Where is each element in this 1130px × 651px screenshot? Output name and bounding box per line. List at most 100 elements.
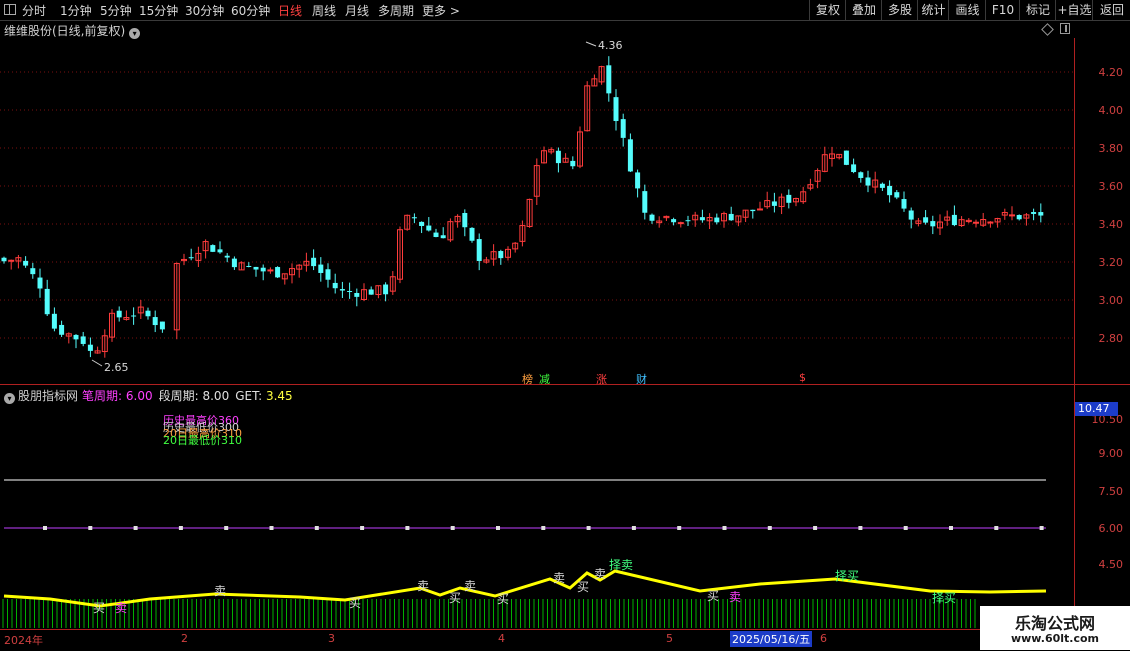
- period-tab-fenshi[interactable]: 分时: [22, 2, 46, 19]
- candle-body: [851, 164, 857, 173]
- indicator-tick: 6.00: [1098, 522, 1124, 535]
- period-tab-monthly[interactable]: 月线: [345, 2, 369, 19]
- date-label: 2: [181, 632, 188, 645]
- candle-body: [951, 214, 957, 226]
- candle-body: [152, 317, 158, 326]
- draw-line-button[interactable]: 画线: [948, 0, 986, 20]
- price-tick: 3.20: [1098, 256, 1124, 269]
- period-tab-60min[interactable]: 60分钟: [231, 2, 270, 19]
- date-label: 2024年: [4, 634, 43, 647]
- back-button[interactable]: 返回: [1092, 0, 1130, 20]
- period-tab-30min[interactable]: 30分钟: [185, 2, 224, 19]
- trade-signal: 买: [497, 592, 509, 606]
- stats-button[interactable]: 统计: [917, 0, 949, 20]
- period-tab-1min[interactable]: 1分钟: [60, 2, 92, 19]
- candle-body: [901, 199, 907, 209]
- candlestick-chart[interactable]: 4.36 2.65: [0, 38, 1074, 384]
- reference-dot: [903, 526, 908, 530]
- trade-signal: 买: [577, 580, 589, 594]
- candle-body: [635, 172, 641, 189]
- candle-body: [649, 214, 655, 221]
- candle-body: [339, 289, 345, 291]
- fuquan-button[interactable]: 复权: [809, 0, 846, 20]
- candle-body: [224, 255, 230, 258]
- price-tick: 3.60: [1098, 180, 1124, 193]
- indicator-chart[interactable]: 买卖卖买卖买卖买卖买卖择卖买 卖择买择买: [0, 385, 1074, 629]
- current-value-box: 10.47: [1075, 402, 1118, 416]
- price-tick: 3.80: [1098, 142, 1124, 155]
- candle-body: [1, 257, 7, 262]
- candle-body: [267, 269, 274, 272]
- date-axis: 2024年 2 3 4 5 2025/05/16/五 6: [0, 629, 1074, 651]
- candle-body: [887, 185, 893, 196]
- candle-body: [462, 212, 468, 228]
- f10-button[interactable]: F10: [985, 0, 1020, 20]
- candle-body: [433, 232, 439, 237]
- candle-body: [879, 183, 885, 188]
- candle-body: [210, 245, 216, 252]
- candle-body: [671, 219, 677, 223]
- candle-body: [1016, 215, 1022, 220]
- reference-dot: [88, 526, 93, 530]
- candle-body: [51, 313, 57, 329]
- reference-dot: [586, 526, 591, 530]
- period-tab-daily[interactable]: 日线: [278, 2, 302, 19]
- overlay-button[interactable]: 叠加: [845, 0, 882, 20]
- reference-dot: [722, 526, 727, 530]
- add-favorite-button[interactable]: +自选: [1055, 0, 1093, 20]
- trade-signal: 择卖: [609, 558, 633, 572]
- date-label: 5: [666, 632, 673, 645]
- indicator-axis: 10.50 9.00 7.50 6.00 4.50: [1074, 385, 1130, 629]
- trade-signal: 卖: [464, 579, 476, 593]
- candle-body: [131, 315, 137, 317]
- candle-body: [318, 264, 324, 273]
- candle-body: [188, 257, 194, 259]
- date-label: 6: [820, 632, 827, 645]
- price-tick: 4.00: [1098, 104, 1124, 117]
- candle-body: [332, 282, 338, 289]
- panel-toggle-icon[interactable]: [1060, 23, 1070, 34]
- top-toolbar: 分时 1分钟 5分钟 15分钟 30分钟 60分钟 日线 周线 月线 多周期 更…: [0, 0, 1130, 21]
- candle-body: [231, 258, 237, 268]
- reference-dot: [178, 526, 183, 530]
- period-tab-5min[interactable]: 5分钟: [100, 2, 132, 19]
- candle-body: [620, 119, 626, 138]
- candle-body: [555, 150, 561, 164]
- reference-dot: [767, 526, 772, 530]
- candle-body: [606, 65, 612, 94]
- candle-body: [59, 324, 65, 335]
- layout-grid-icon[interactable]: [4, 4, 16, 15]
- candle-body: [354, 293, 360, 297]
- candle-body: [80, 336, 86, 344]
- multi-stock-button[interactable]: 多股: [881, 0, 918, 20]
- indicator-tick: 7.50: [1098, 485, 1124, 498]
- watermark-url: www.60lt.com: [1010, 632, 1100, 645]
- candle-body: [498, 251, 504, 259]
- period-tab-more[interactable]: 更多 >: [422, 2, 460, 19]
- reference-dot: [631, 526, 636, 530]
- reference-dot: [994, 526, 999, 530]
- mark-button[interactable]: 标记: [1019, 0, 1056, 20]
- price-tick: 3.40: [1098, 218, 1124, 231]
- event-marker-dollar[interactable]: $: [799, 371, 806, 384]
- candle-body: [930, 221, 936, 227]
- period-tab-multi[interactable]: 多周期: [378, 2, 414, 19]
- trade-signal: 买: [449, 591, 461, 605]
- period-tab-weekly[interactable]: 周线: [312, 2, 336, 19]
- candle-body: [987, 221, 994, 224]
- trade-signal: 卖: [594, 567, 606, 581]
- candle-body: [73, 334, 79, 340]
- selected-date-label: 2025/05/16/五: [730, 631, 813, 647]
- reference-dot: [813, 526, 818, 530]
- candle-body: [311, 257, 317, 267]
- candle-body: [923, 217, 929, 223]
- candle-body: [440, 235, 446, 239]
- candle-body: [714, 217, 720, 223]
- period-tab-15min[interactable]: 15分钟: [139, 2, 178, 19]
- reference-dot: [360, 526, 365, 530]
- price-axis: 4.20 4.00 3.80 3.60 3.40 3.20 3.00 2.80: [1074, 38, 1130, 384]
- diamond-icon[interactable]: [1041, 23, 1054, 36]
- trade-signal: 卖: [115, 601, 127, 615]
- reference-dot: [224, 526, 229, 530]
- candle-body: [894, 192, 900, 198]
